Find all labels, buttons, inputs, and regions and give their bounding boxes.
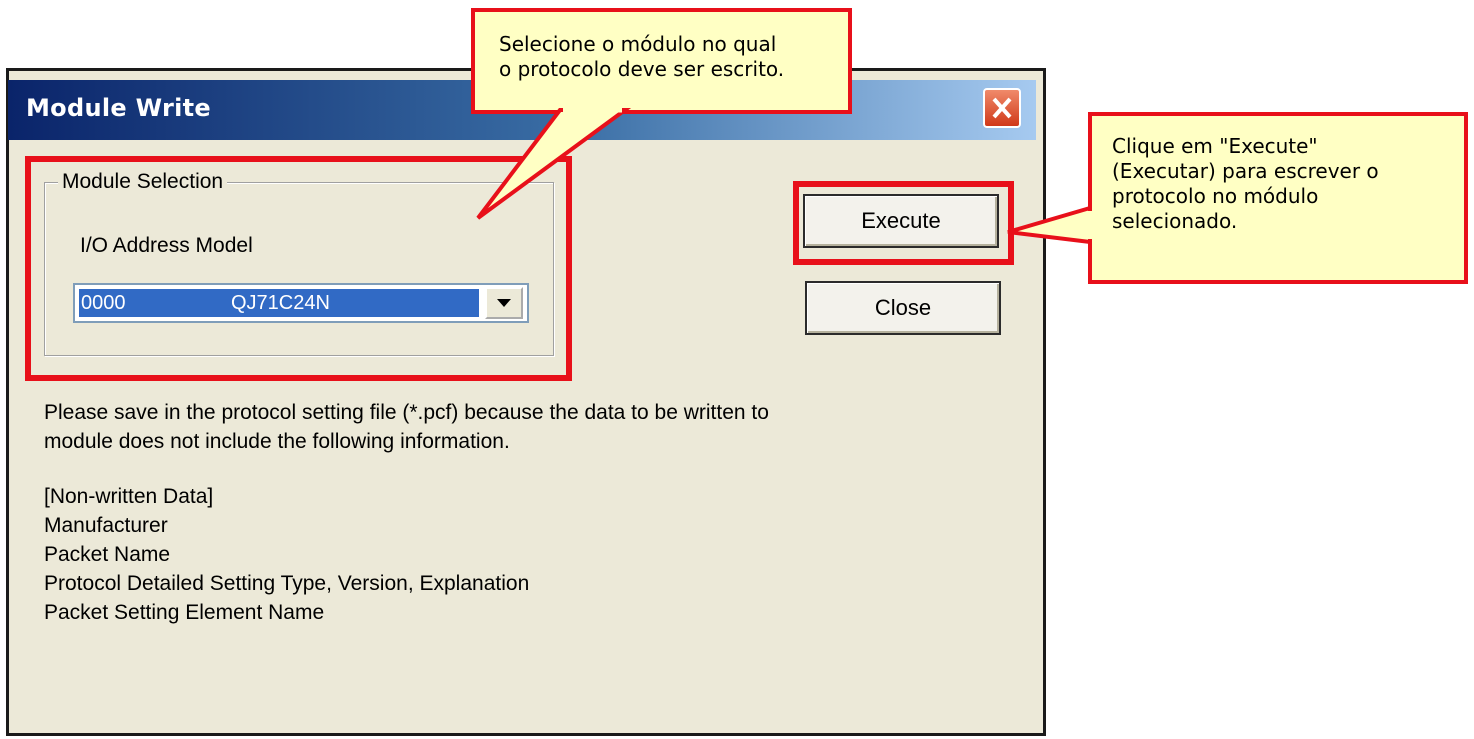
callout-pointers [476, 107, 1093, 245]
execute-callout-pointer [1007, 205, 1092, 245]
module-callout-pointer [476, 108, 632, 220]
